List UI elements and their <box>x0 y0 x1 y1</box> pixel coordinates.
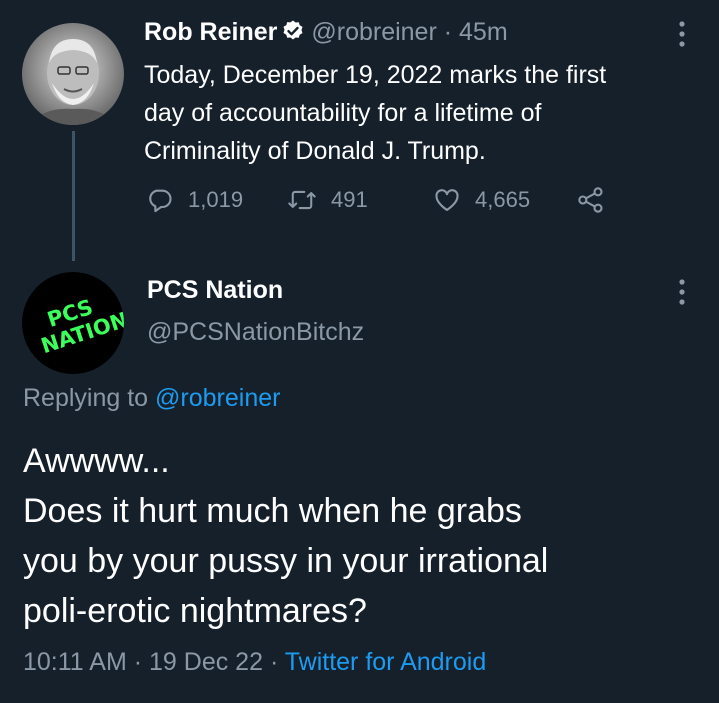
reply-text-line: Does it hurt much when he grabs <box>23 492 522 530</box>
like-count: 4,665 <box>475 187 531 212</box>
meta-separator: · <box>133 648 143 676</box>
retweet-icon <box>288 190 316 210</box>
reply-handle[interactable]: @PCSNationBitchz <box>147 318 364 347</box>
rob-reiner-avatar[interactable] <box>22 23 124 125</box>
parent-text-line: day of accountability for a lifetime of <box>144 99 542 127</box>
parent-text-line: Criminality of Donald J. Trump. <box>144 137 486 165</box>
reply-count: 1,019 <box>188 187 244 212</box>
reply-tweet-text: Awwww... Does it hurt much when he grabs… <box>23 436 703 636</box>
reply-button[interactable]: 1,019 <box>146 186 243 214</box>
parent-time-ago[interactable]: 45m <box>459 18 508 46</box>
reply-text-line: poli-erotic nightmares? <box>23 592 367 630</box>
reply-text-line: Awwww... <box>23 442 170 480</box>
reply-text-line: you by your pussy in your irrational <box>23 542 549 580</box>
parent-tweet-header: Rob Reiner @robreiner · 45m <box>144 18 508 50</box>
like-button[interactable]: 4,665 <box>433 186 530 214</box>
more-options-icon[interactable] <box>672 276 692 308</box>
share-button[interactable] <box>576 186 620 214</box>
like-icon <box>435 189 459 211</box>
share-icon <box>578 187 603 213</box>
parent-text-line: Today, December 19, 2022 marks the first <box>144 61 607 89</box>
header-separator: · <box>443 18 453 46</box>
retweet-button[interactable]: 491 <box>287 186 368 214</box>
tweet-time[interactable]: 10:11 AM <box>23 648 127 676</box>
retweet-count: 491 <box>331 187 368 212</box>
tweet-source-link[interactable]: Twitter for Android <box>285 648 486 676</box>
meta-separator: · <box>269 648 279 676</box>
parent-tweet-text: Today, December 19, 2022 marks the first… <box>144 56 684 170</box>
replying-to-line: Replying to @robreiner <box>23 384 280 413</box>
thread-connector-line <box>72 131 75 261</box>
parent-handle[interactable]: @robreiner <box>311 18 436 46</box>
reply-display-name[interactable]: PCS Nation <box>147 276 283 305</box>
pcs-nation-avatar[interactable]: PCS NATION <box>22 272 124 374</box>
more-options-icon[interactable] <box>672 18 692 50</box>
verified-badge-icon <box>281 19 305 50</box>
tweet-metadata: 10:11 AM · 19 Dec 22 · Twitter for Andro… <box>23 648 486 677</box>
tweet-date[interactable]: 19 Dec 22 <box>149 648 263 676</box>
parent-display-name[interactable]: Rob Reiner <box>144 18 277 46</box>
replying-to-handle-link[interactable]: @robreiner <box>155 384 280 412</box>
replying-prefix: Replying to <box>23 384 149 412</box>
reply-icon <box>149 189 172 213</box>
